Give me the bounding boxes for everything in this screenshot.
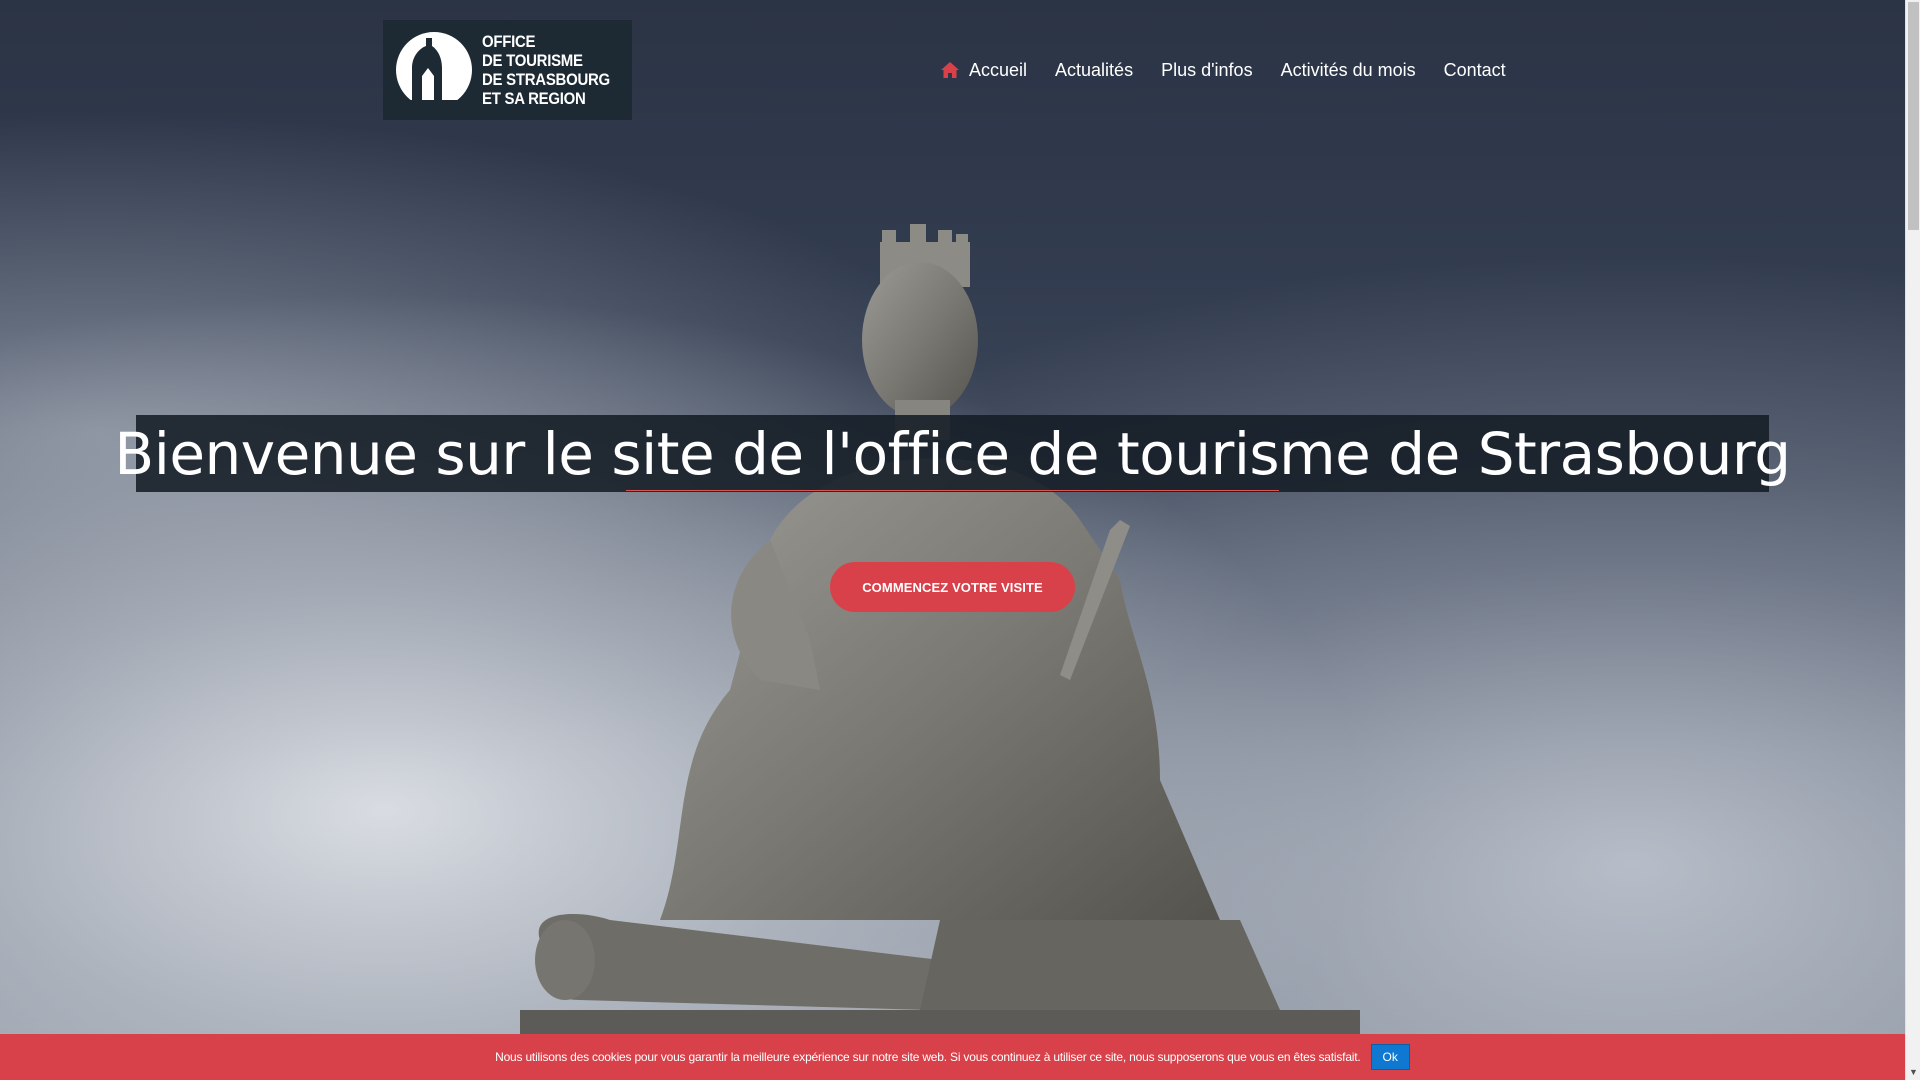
logo-line-office: OFFICE bbox=[482, 32, 536, 51]
hero-divider bbox=[626, 490, 1279, 491]
cathedral-logo-icon bbox=[392, 32, 476, 112]
home-icon bbox=[941, 62, 959, 78]
logo-text: OFFICE DE TOURISME DE STRASBOURG ET SA R… bbox=[482, 32, 610, 108]
nav-item-accueil[interactable]: Accueil bbox=[940, 60, 1027, 81]
logo-line-tourisme: DE TOURISME bbox=[482, 51, 583, 70]
nav-item-activites-du-mois[interactable]: Activités du mois bbox=[1281, 60, 1416, 81]
vertical-scrollbar[interactable]: ▼ bbox=[1905, 0, 1920, 1080]
nav-item-plus-dinfos[interactable]: Plus d'infos bbox=[1161, 60, 1253, 81]
scroll-down-arrow-icon[interactable]: ▼ bbox=[1906, 1065, 1920, 1080]
main-nav: Accueil Actualités Plus d'infos Activité… bbox=[940, 56, 1506, 84]
cookie-ok-button[interactable]: Ok bbox=[1370, 1044, 1410, 1070]
hero-section: OFFICE DE TOURISME DE STRASBOURG ET SA R… bbox=[0, 0, 1920, 1080]
nav-item-actualites[interactable]: Actualités bbox=[1055, 60, 1133, 81]
hero-title: Bienvenue sur le site de l'office de tou… bbox=[114, 419, 1791, 488]
site-logo[interactable]: OFFICE DE TOURISME DE STRASBOURG ET SA R… bbox=[383, 20, 632, 120]
cookie-consent-bar: Nous utilisons des cookies pour vous gar… bbox=[0, 1034, 1905, 1080]
statue-background-image bbox=[520, 224, 1360, 1040]
start-visit-button[interactable]: COMMENCEZ VOTRE VISITE bbox=[830, 562, 1075, 612]
logo-line-strasbourg: DE STRASBOURG bbox=[482, 70, 610, 89]
nav-label-actualites: Actualités bbox=[1055, 59, 1134, 80]
logo-line-region: ET SA REGION bbox=[482, 89, 586, 108]
cookie-message: Nous utilisons des cookies pour vous gar… bbox=[495, 1050, 1361, 1064]
nav-label-accueil: Accueil bbox=[969, 59, 1028, 80]
nav-label-contact: Contact bbox=[1443, 59, 1506, 80]
hero-title-box: Bienvenue sur le site de l'office de tou… bbox=[114, 415, 1791, 492]
scrollbar-thumb[interactable] bbox=[1908, 2, 1919, 230]
nav-label-activites-du-mois: Activités du mois bbox=[1280, 59, 1416, 80]
nav-label-plus-dinfos: Plus d'infos bbox=[1161, 59, 1253, 80]
nav-item-contact[interactable]: Contact bbox=[1444, 60, 1506, 81]
